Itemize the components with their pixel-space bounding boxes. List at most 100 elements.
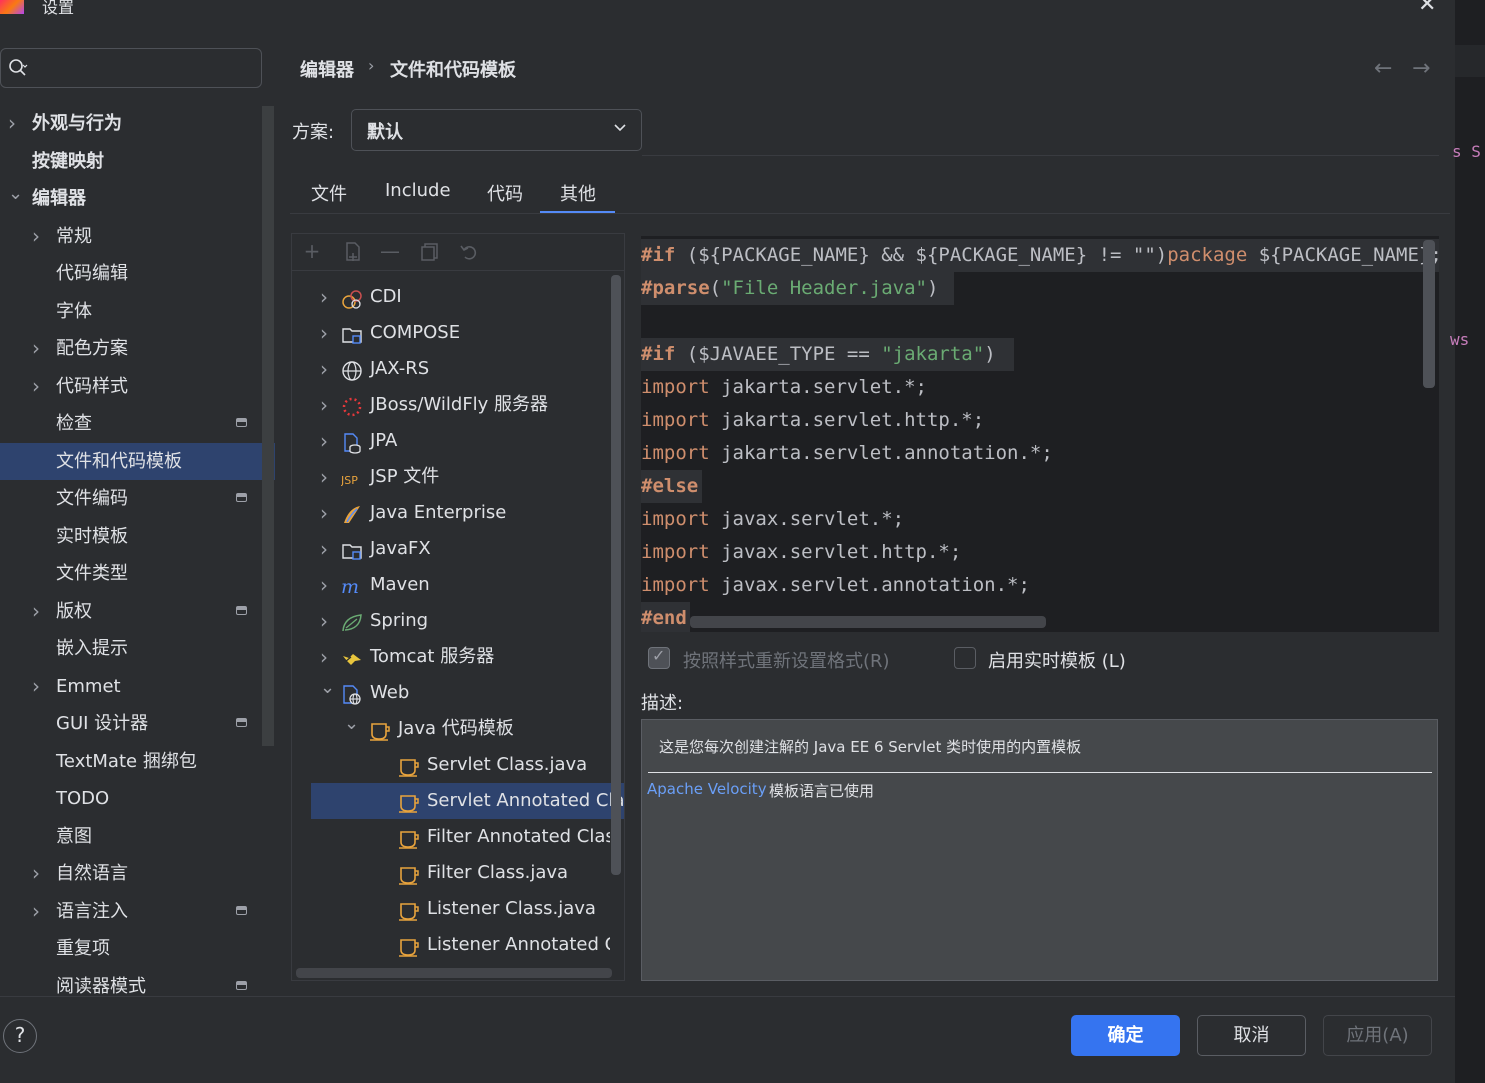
add-icon[interactable]: + [302, 240, 322, 262]
chevron-right-icon[interactable]: › [320, 387, 328, 423]
tree-item[interactable]: Servlet Class.java [296, 747, 610, 783]
sidebar-item[interactable]: › Emmet [0, 668, 262, 705]
sidebar-item[interactable]: 意图 [0, 818, 262, 855]
chevron-right-icon[interactable]: › [32, 855, 40, 892]
tree-item[interactable]: › JavaFX [296, 531, 610, 567]
sidebar-item[interactable]: › 版权 [0, 593, 262, 630]
apply-button[interactable]: 应用(A) [1323, 1015, 1432, 1056]
add-child-icon[interactable] [342, 241, 364, 263]
tree-item[interactable]: › Java Enterprise [296, 495, 610, 531]
search-input[interactable] [0, 48, 262, 88]
chevron-right-icon[interactable]: › [32, 893, 40, 930]
reset-icon[interactable] [459, 242, 479, 262]
chevron-right-icon[interactable]: › [320, 639, 328, 675]
sidebar-item[interactable]: 文件编码 [0, 480, 262, 517]
tree-item[interactable]: › JSP JSP 文件 [296, 459, 610, 495]
background-editor: s S ws [1450, 0, 1485, 1083]
chevron-right-icon[interactable]: › [32, 218, 40, 255]
sidebar-item[interactable]: 嵌入提示 [0, 630, 262, 667]
tree-item[interactable]: › Tomcat 服务器 [296, 639, 610, 675]
remove-icon[interactable]: — [380, 240, 400, 262]
tree-item[interactable]: › JBoss/WildFly 服务器 [296, 387, 610, 423]
tree-scrollbar[interactable] [611, 275, 621, 875]
sidebar-item[interactable]: TextMate 捆绑包 [0, 743, 262, 780]
scheme-value: 默认 [367, 122, 403, 143]
sidebar-item[interactable]: ⌄ 编辑器 [0, 180, 262, 217]
breadcrumb-parent[interactable]: 编辑器 [300, 56, 354, 82]
tree-item[interactable]: Filter Class.java [296, 855, 610, 891]
velocity-link[interactable]: Apache Velocity [647, 780, 767, 798]
chevron-right-icon[interactable]: › [32, 368, 40, 405]
sidebar-item[interactable]: 实时模板 [0, 518, 262, 555]
tree-item[interactable]: › JPA [296, 423, 610, 459]
tree-item[interactable]: ⌄ Web [296, 675, 610, 711]
tab-include[interactable]: Include [385, 180, 451, 214]
sidebar-item[interactable]: › 代码样式 [0, 368, 262, 405]
chevron-right-icon[interactable]: › [32, 593, 40, 630]
editor-vertical-scrollbar[interactable] [1423, 240, 1435, 388]
back-arrow-icon[interactable]: ← [1374, 56, 1392, 81]
sidebar-item[interactable]: 文件类型 [0, 555, 262, 592]
tree-item[interactable]: Listener Class.java [296, 891, 610, 927]
description-label: 描述: [641, 693, 684, 714]
chevron-right-icon[interactable]: › [320, 315, 328, 351]
sidebar-item[interactable]: › 常规 [0, 218, 262, 255]
template-code-editor[interactable]: #if (${PACKAGE_NAME} && ${PACKAGE_NAME} … [641, 236, 1439, 632]
sidebar-item-label: 自然语言 [56, 863, 128, 884]
close-icon[interactable]: ✕ [1418, 0, 1436, 17]
sidebar-item[interactable]: 按键映射 [0, 143, 262, 180]
tree-item[interactable]: › m Maven [296, 567, 610, 603]
live-templates-checkbox[interactable] [954, 647, 976, 669]
reformat-checkbox[interactable] [648, 646, 670, 669]
tree-item[interactable]: Filter Annotated Class.java [296, 819, 610, 855]
chevron-right-icon[interactable]: › [32, 330, 40, 367]
chevron-right-icon[interactable]: › [320, 495, 328, 531]
chevron-right-icon[interactable]: › [320, 603, 328, 639]
sidebar-item[interactable]: › 语言注入 [0, 893, 262, 930]
tree-horizontal-scrollbar[interactable] [296, 968, 612, 978]
tree-item[interactable]: › JAX-RS [296, 351, 610, 387]
chevron-down-icon[interactable]: ⌄ [344, 711, 359, 742]
tab-files[interactable]: 文件 [311, 180, 347, 214]
tree-item-label: JPA [370, 430, 398, 451]
sidebar-item[interactable]: 文件和代码模板 [0, 442, 275, 480]
sidebar-item[interactable]: › 配色方案 [0, 330, 262, 367]
tree-item[interactable]: › CDI [296, 279, 610, 315]
tab-code[interactable]: 代码 [487, 180, 523, 214]
chevron-right-icon[interactable]: › [320, 567, 328, 603]
code-line-text: import javax.servlet.annotation.*; [641, 574, 1030, 596]
tree-item[interactable]: › Spring [296, 603, 610, 639]
chevron-down-icon[interactable]: ⌄ [320, 675, 335, 706]
ok-button[interactable]: 确定 [1071, 1015, 1180, 1056]
chevron-right-icon[interactable]: › [320, 531, 328, 567]
chevron-right-icon[interactable]: › [8, 105, 16, 142]
sidebar-item[interactable]: TODO [0, 780, 262, 817]
chevron-down-icon[interactable]: ⌄ [8, 175, 23, 212]
tree-item[interactable]: Listener Annotated Class.java [296, 927, 610, 963]
tab-other[interactable]: 其他 [560, 180, 596, 214]
forward-arrow-icon[interactable]: → [1412, 56, 1430, 81]
tree-item[interactable]: › COMPOSE [296, 315, 610, 351]
chevron-right-icon[interactable]: › [320, 459, 328, 495]
sidebar-item[interactable]: › 外观与行为 [0, 105, 262, 142]
chevron-right-icon[interactable]: › [320, 351, 328, 387]
svg-text:m: m [341, 576, 359, 598]
tree-item[interactable]: ⌄ Java 代码模板 [296, 711, 610, 747]
sidebar-item[interactable]: 检查 [0, 405, 262, 442]
sidebar-item[interactable]: 字体 [0, 293, 262, 330]
chevron-right-icon[interactable]: › [32, 668, 40, 705]
cancel-button[interactable]: 取消 [1197, 1015, 1306, 1056]
sidebar-item[interactable]: 代码编辑 [0, 255, 262, 292]
sidebar-item[interactable]: › 自然语言 [0, 855, 262, 892]
chevron-right-icon[interactable]: › [320, 423, 328, 459]
help-button[interactable]: ? [3, 1019, 37, 1053]
sidebar-item[interactable]: 阅读器模式 [0, 968, 262, 1005]
code-line: #parse("File Header.java") [641, 272, 954, 305]
sidebar-scrollbar[interactable] [262, 106, 274, 746]
editor-horizontal-scrollbar[interactable] [690, 616, 1046, 628]
sidebar-item[interactable]: 重复项 [0, 930, 262, 967]
sidebar-item[interactable]: GUI 设计器 [0, 705, 262, 742]
tree-item[interactable]: Servlet Annotated Class.java [311, 783, 624, 819]
copy-icon[interactable] [420, 242, 440, 262]
chevron-right-icon[interactable]: › [320, 279, 328, 315]
